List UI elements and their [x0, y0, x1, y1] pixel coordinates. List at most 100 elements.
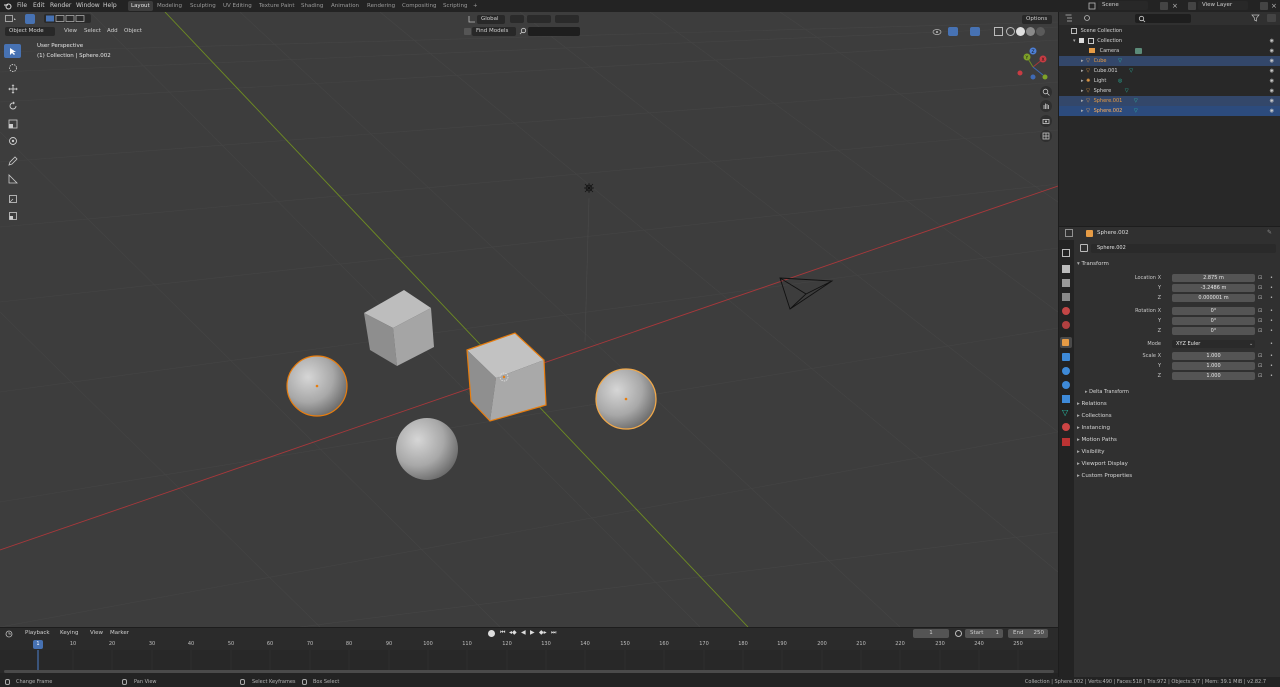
extra-tool[interactable] [4, 209, 21, 223]
expand-arrow-icon[interactable]: ▸ [1081, 78, 1084, 84]
tab-sculpting[interactable]: Sculpting [187, 1, 219, 11]
delete-scene-icon[interactable]: × [1172, 2, 1180, 10]
object-tab-icon[interactable] [1060, 337, 1072, 348]
viewport-scene[interactable] [0, 12, 1058, 627]
menu-add[interactable]: Add [107, 27, 118, 36]
menu-object[interactable]: Object [124, 27, 142, 36]
stopwatch-icon[interactable] [955, 630, 962, 637]
mode-dropdown[interactable]: Object Mode [5, 27, 55, 36]
play-icon[interactable]: ▶ [530, 629, 535, 636]
keyframe-dot-icon[interactable]: • [1270, 352, 1273, 361]
menu-timeline-view[interactable]: View [90, 629, 103, 638]
next-keyframe-icon[interactable]: ◆▸ [539, 629, 547, 636]
lock-icon[interactable]: ⊡ [1258, 274, 1262, 283]
outliner-editor-icon[interactable] [1065, 14, 1077, 22]
camera-view-icon[interactable] [1040, 115, 1052, 127]
menu-marker[interactable]: Marker [110, 629, 129, 638]
outliner-item-cube-001[interactable]: ▸ ▽ Cube.001 ▽ ◉ [1059, 66, 1280, 76]
record-icon[interactable] [488, 630, 495, 637]
visibility-eye-icon[interactable]: ◉ [1270, 56, 1274, 66]
expand-arrow-icon[interactable]: ▸ [1081, 68, 1084, 74]
menu-render[interactable]: Render [50, 2, 71, 9]
select-tool-icon[interactable] [25, 14, 35, 24]
checkbox-icon[interactable] [1079, 38, 1085, 43]
panel-custom-properties[interactable]: ▸ Custom Properties [1077, 473, 1132, 479]
outliner-item-cube[interactable]: ▸ ▽ Cube ▽ ◉ [1059, 56, 1280, 66]
object-name-field[interactable]: Sphere.002 [1091, 244, 1276, 253]
blender-logo-icon[interactable] [4, 2, 12, 12]
keyframe-dot-icon[interactable]: • [1270, 307, 1273, 316]
display-mode-icon[interactable] [1083, 14, 1095, 22]
perspective-grid-icon[interactable] [1040, 130, 1052, 142]
texture-tab-icon[interactable] [1062, 438, 1070, 446]
pan-hand-icon[interactable] [1040, 100, 1052, 112]
keyframe-dot-icon[interactable]: • [1270, 362, 1273, 371]
options-dropdown[interactable]: Options [1022, 15, 1052, 24]
new-scene-icon[interactable] [1160, 2, 1168, 10]
snap-icon[interactable] [527, 15, 551, 23]
visibility-filter-icon[interactable] [932, 28, 944, 36]
delta-transform-header[interactable]: ▸ Delta Transform [1085, 389, 1129, 395]
menu-edit[interactable]: Edit [33, 2, 45, 9]
visibility-eye-icon[interactable]: ◉ [1270, 106, 1274, 116]
proportional-edit-icon[interactable] [555, 15, 579, 23]
timeline-editor-icon[interactable] [5, 630, 17, 638]
editor-type-icon[interactable] [5, 15, 17, 23]
visibility-eye-icon[interactable]: ◉ [1270, 46, 1274, 56]
view-layer-selector[interactable]: View Layer [1198, 1, 1248, 10]
tab-scripting[interactable]: Scripting [440, 1, 470, 11]
3d-viewport[interactable]: Global Options Object Mode View Select A… [0, 12, 1058, 627]
timeline-scrollbar[interactable] [4, 670, 1054, 673]
tool-tab-icon[interactable] [1062, 249, 1070, 257]
rotation-y-field[interactable]: 0° [1172, 317, 1255, 325]
overlay-toggle-icon[interactable] [970, 27, 980, 36]
lock-icon[interactable]: ⊡ [1258, 307, 1262, 316]
tab-texture-paint[interactable]: Texture Paint [256, 1, 298, 11]
expand-arrow-icon[interactable]: ▸ [1081, 108, 1084, 114]
visibility-eye-icon[interactable]: ◉ [1270, 66, 1274, 76]
shading-material-icon[interactable] [1026, 27, 1035, 36]
cursor-tool[interactable] [4, 61, 21, 75]
physics-tab-icon[interactable] [1062, 381, 1070, 389]
panel-viewport-display[interactable]: ▸ Viewport Display [1077, 461, 1128, 467]
select-box-tool[interactable] [4, 44, 21, 58]
orientation-icon[interactable] [468, 15, 476, 23]
outliner-item-sphere-002[interactable]: ▸ ▽ Sphere.002 ▽ ◉ [1059, 106, 1280, 116]
pin-icon[interactable]: ✎ [1267, 229, 1272, 236]
panel-collections[interactable]: ▸ Collections [1077, 413, 1112, 419]
measure-tool[interactable] [4, 172, 21, 186]
add-workspace-button[interactable]: + [470, 1, 481, 11]
outliner-search-input[interactable] [1135, 14, 1191, 23]
play-reverse-icon[interactable]: ◀ [521, 629, 526, 636]
navigation-gizmo[interactable]: X Y Z [1013, 47, 1053, 87]
panel-relations[interactable]: ▸ Relations [1077, 401, 1107, 407]
keyframe-dot-icon[interactable]: • [1270, 372, 1273, 381]
tab-shading[interactable]: Shading [298, 1, 326, 11]
tab-compositing[interactable]: Compositing [399, 1, 439, 11]
frame-ruler[interactable]: 1 10 20 30 40 50 60 70 80 90 100 110 120… [0, 640, 1058, 650]
annotate-tool[interactable] [4, 154, 21, 168]
scene-tab-icon[interactable] [1062, 307, 1070, 315]
outliner-item-collection[interactable]: ▾ Collection ◉ [1059, 36, 1280, 46]
keyframe-dot-icon[interactable]: • [1270, 327, 1273, 336]
scale-y-field[interactable]: 1.000 [1172, 362, 1255, 370]
zoom-icon[interactable] [1040, 86, 1052, 98]
lock-icon[interactable]: ⊡ [1258, 327, 1262, 336]
current-frame-field[interactable]: 1 [913, 629, 949, 638]
outliner-item-sphere[interactable]: ▸ ▽ Sphere ▽ ◉ [1059, 86, 1280, 96]
tab-modeling[interactable]: Modeling [154, 1, 185, 11]
expand-arrow-icon[interactable]: ▸ [1081, 98, 1084, 104]
tab-layout[interactable]: Layout [128, 1, 153, 11]
expand-arrow-icon[interactable]: ▸ [1081, 58, 1084, 64]
outliner-scene-collection[interactable]: Scene Collection [1059, 26, 1280, 36]
visibility-eye-icon[interactable]: ◉ [1270, 76, 1274, 86]
menu-playback[interactable]: Playback [25, 629, 50, 638]
location-z-field[interactable]: 0.000001 m [1172, 294, 1255, 302]
menu-keying[interactable]: Keying [60, 629, 78, 638]
scene-icon[interactable] [1088, 2, 1096, 10]
rotation-z-field[interactable]: 0° [1172, 327, 1255, 335]
menu-window[interactable]: Window [76, 2, 100, 9]
outliner-item-light[interactable]: ▸ ✺ Light ◎ ◉ [1059, 76, 1280, 86]
expand-arrow-icon[interactable]: ▸ [1081, 88, 1084, 94]
lock-icon[interactable]: ⊡ [1258, 372, 1262, 381]
